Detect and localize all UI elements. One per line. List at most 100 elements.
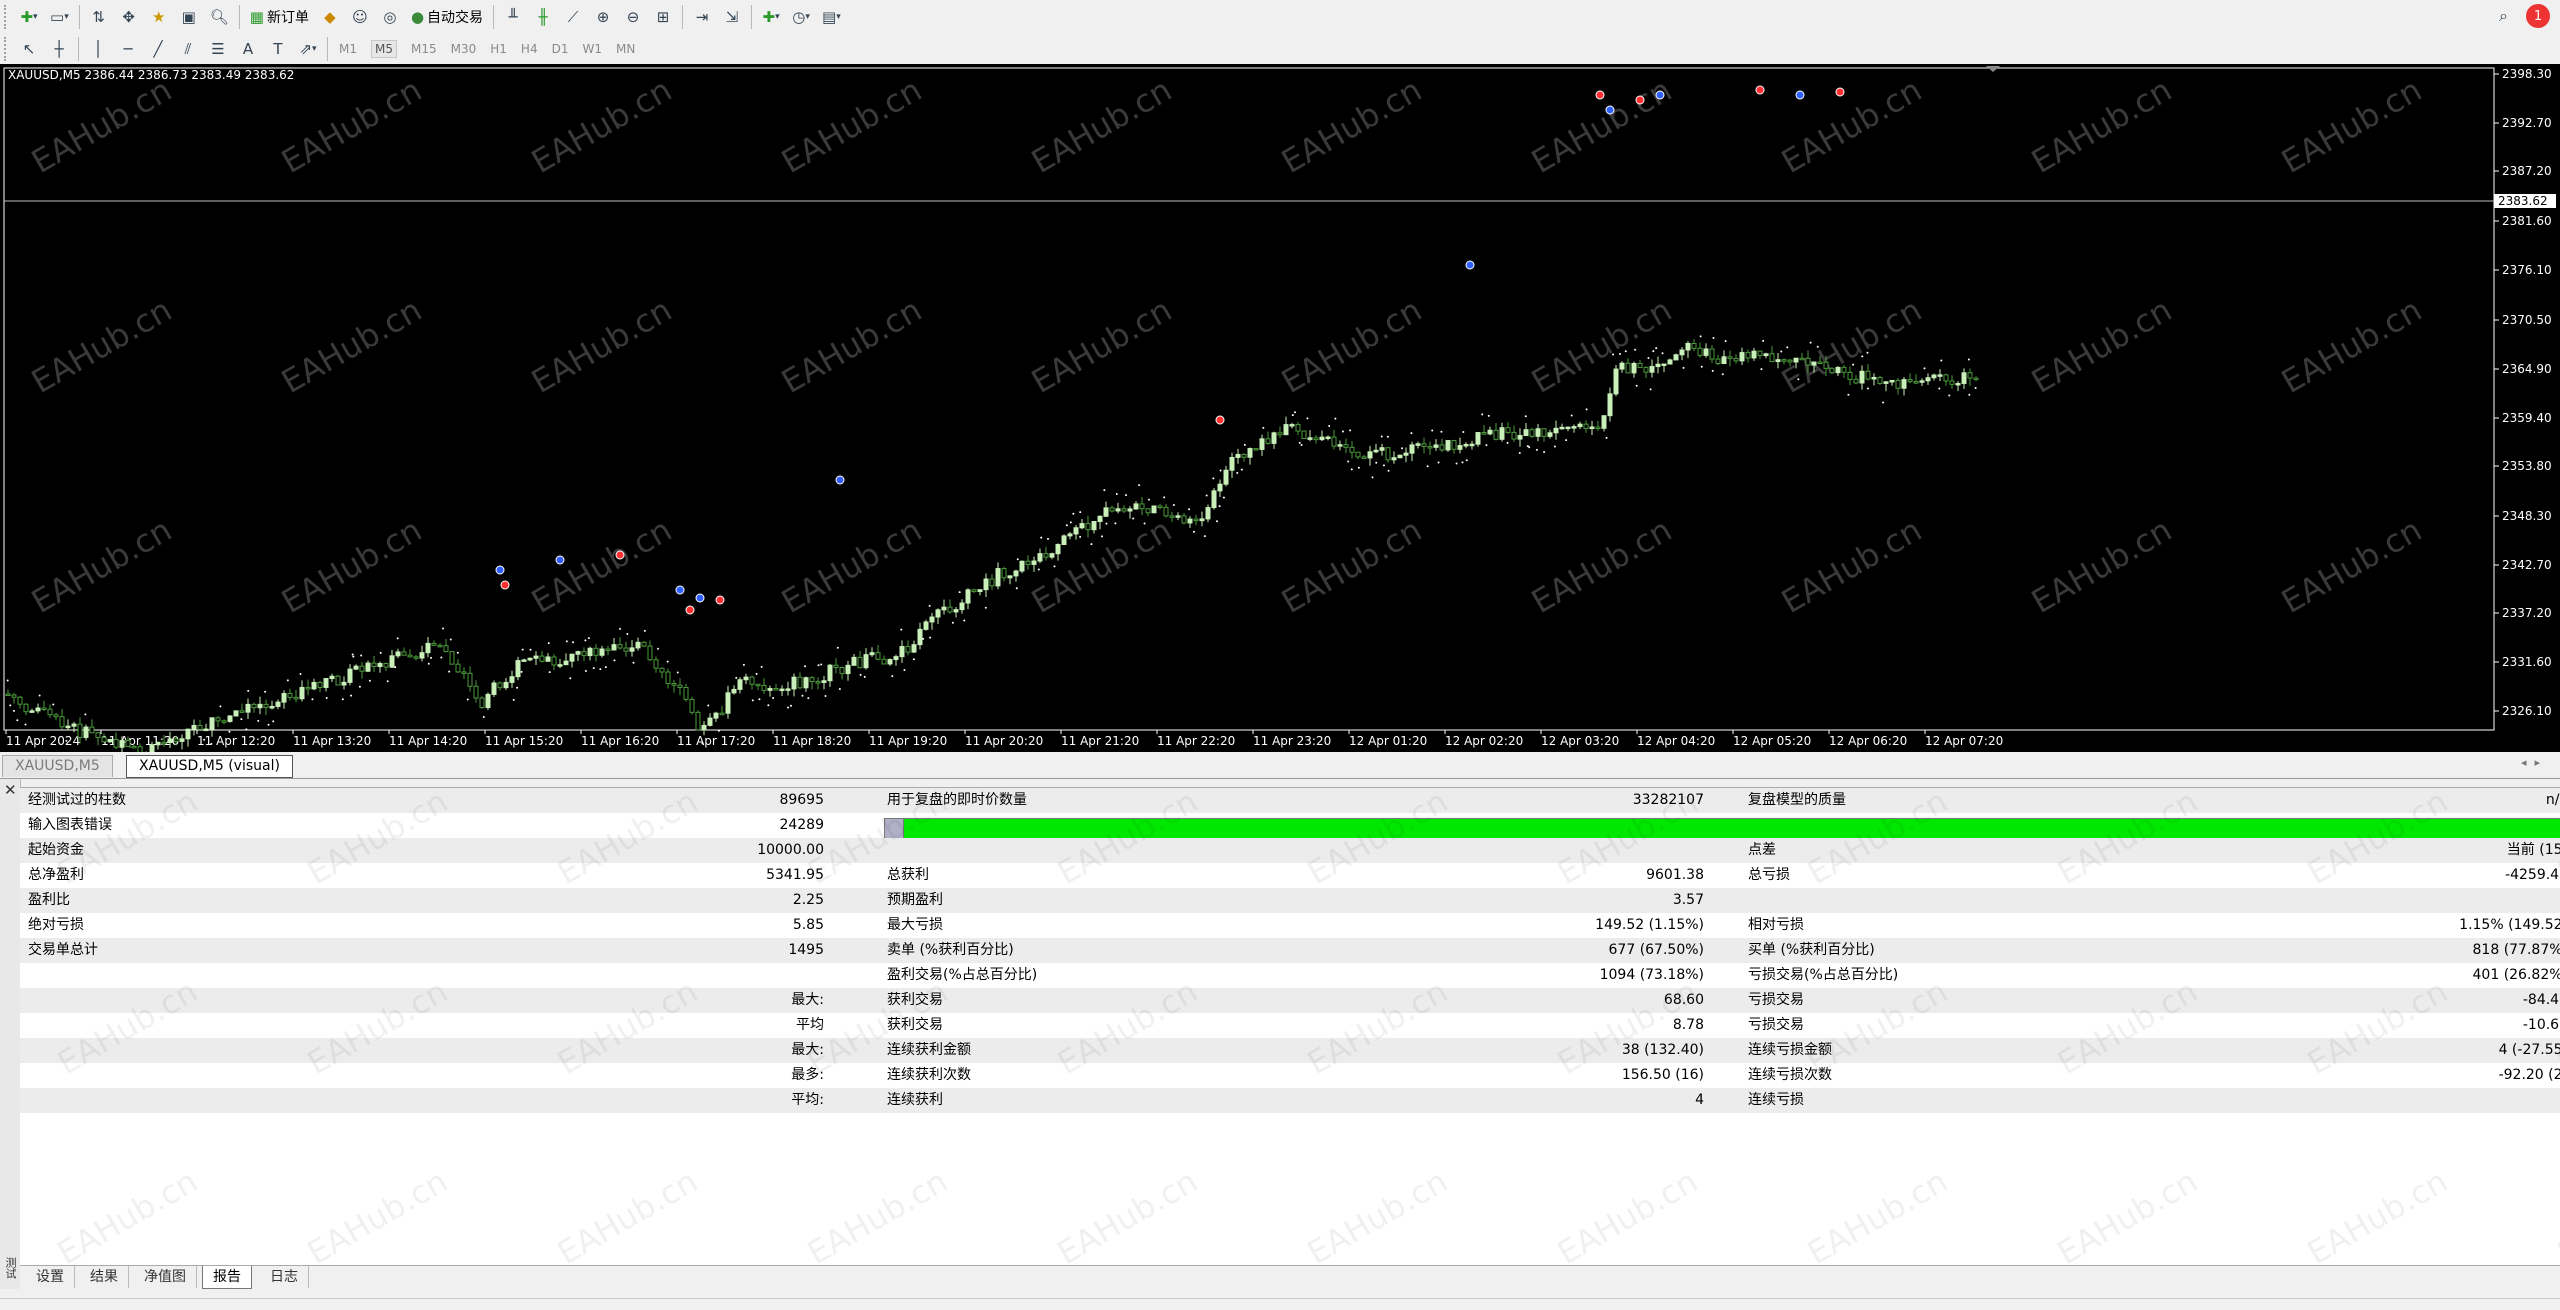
- timeframe-m5[interactable]: M5: [371, 40, 397, 58]
- price-chart[interactable]: EAHub.cn EAHub.cn EAHub.cn EAHub.cn EAHub.cn…: [0, 64, 2560, 752]
- candle-body: [605, 648, 611, 652]
- tester-tab-1[interactable]: 结果: [80, 1266, 129, 1288]
- fibonacci-icon[interactable]: ☰: [205, 36, 231, 62]
- data-window-icon[interactable]: ✥: [116, 4, 142, 30]
- fractal-dot: [272, 720, 275, 723]
- notification-badge[interactable]: 1: [2526, 4, 2550, 28]
- zoom-out-icon[interactable]: ⊖: [620, 4, 646, 30]
- y-tick-label: 2326.10: [2502, 704, 2552, 718]
- candle-body: [509, 676, 515, 683]
- candlestick-icon[interactable]: ╫: [530, 4, 556, 30]
- candle-body: [1103, 507, 1109, 517]
- fractal-dot: [1347, 460, 1350, 463]
- candle-body: [767, 688, 773, 691]
- bar-chart-icon[interactable]: ╨: [500, 4, 526, 30]
- timeframe-m30[interactable]: M30: [451, 42, 477, 56]
- channel-icon[interactable]: ⫽: [175, 36, 201, 62]
- fractal-dot: [801, 694, 804, 697]
- tile-windows-icon[interactable]: ⊞: [650, 4, 676, 30]
- toolbar-separator: [78, 37, 79, 61]
- tester-tab-2[interactable]: 净值图: [134, 1266, 197, 1288]
- auto-trading-button[interactable]: ● 自动交易: [407, 4, 487, 30]
- tester-tabs: 设置 结果 净值图 报告 日志: [20, 1265, 2560, 1290]
- candle-body: [1967, 372, 1973, 379]
- fractal-dot: [758, 698, 761, 701]
- timeframe-mn[interactable]: MN: [616, 42, 635, 56]
- metric-value: 1495: [788, 942, 824, 958]
- navigator-icon[interactable]: ★: [146, 4, 172, 30]
- timeframe-d1[interactable]: D1: [552, 42, 569, 56]
- tab-xauusd-m5[interactable]: XAUUSD,M5: [2, 755, 113, 777]
- metaeditor-icon[interactable]: ◆: [317, 4, 343, 30]
- candle-body: [1805, 357, 1811, 366]
- fractal-dot: [1138, 484, 1141, 487]
- y-tick-label: 2353.80: [2502, 459, 2552, 473]
- candle-body: [1097, 515, 1103, 523]
- auto-scroll-icon[interactable]: ⇲: [719, 4, 745, 30]
- crosshair-icon[interactable]: ┼: [46, 36, 72, 62]
- cursor-icon[interactable]: ↖: [16, 36, 42, 62]
- templates-icon[interactable]: ▤ ▾: [818, 4, 845, 30]
- fractal-dot: [707, 704, 710, 707]
- trendline-icon[interactable]: ╱: [145, 36, 171, 62]
- vertical-line-icon[interactable]: │: [85, 36, 111, 62]
- tester-tab-3[interactable]: 报告: [202, 1266, 252, 1289]
- candle-body: [1817, 361, 1823, 365]
- new-order-button[interactable]: ▦ 新订单: [246, 4, 313, 30]
- line-chart-icon[interactable]: ⟋: [560, 4, 586, 30]
- candle-body: [1529, 429, 1535, 437]
- candle-body: [11, 694, 17, 698]
- fractal-dot: [1618, 353, 1621, 356]
- metric-value: -4259.43: [2505, 867, 2560, 883]
- text-icon[interactable]: A: [235, 36, 261, 62]
- arrows-icon[interactable]: ⇗ ▾: [295, 36, 321, 62]
- signals-icon[interactable]: ◎: [377, 4, 403, 30]
- chart-title: XAUUSD,M5 2386.44 2386.73 2383.49 2383.6…: [8, 68, 295, 82]
- timeframe-m1[interactable]: M1: [339, 42, 357, 56]
- toolbar-separator: [78, 5, 80, 29]
- search-icon[interactable]: ⌕: [2499, 6, 2508, 26]
- toolbar-grip[interactable]: [4, 37, 10, 61]
- candle-body: [1277, 432, 1283, 436]
- timeframe-w1[interactable]: W1: [582, 42, 602, 56]
- tester-tab-0[interactable]: 设置: [26, 1266, 75, 1288]
- toolbar-grip[interactable]: [4, 5, 10, 29]
- fractal-dot: [1342, 430, 1345, 433]
- timeframe-h1[interactable]: H1: [490, 42, 507, 56]
- close-icon[interactable]: ✕: [4, 781, 17, 799]
- watermark: EAHub.cn: [1800, 1161, 1954, 1273]
- fractal-dot: [448, 670, 451, 673]
- terminal-icon[interactable]: ▣: [176, 4, 202, 30]
- x-tick-label: 12 Apr 04:20: [1637, 734, 1715, 748]
- tab-xauusd-m5-visual[interactable]: XAUUSD,M5 (visual): [126, 755, 293, 778]
- periods-icon[interactable]: ◷ ▾: [788, 4, 814, 30]
- candle-body: [995, 568, 1001, 587]
- candle-body: [119, 740, 125, 748]
- candle-body: [1235, 453, 1241, 458]
- y-tick-label: 2348.30: [2502, 509, 2552, 523]
- fractal-dot: [613, 659, 616, 662]
- chart-shift-icon[interactable]: ⇥: [689, 4, 715, 30]
- tester-tab-4[interactable]: 日志: [260, 1266, 309, 1288]
- zoom-in-icon[interactable]: ⊕: [590, 4, 616, 30]
- candle-body: [1841, 366, 1847, 373]
- new-chart-icon[interactable]: ✚ ▾: [16, 4, 42, 30]
- market-watch-icon[interactable]: ⇅: [86, 4, 112, 30]
- community-icon[interactable]: ☺: [347, 4, 373, 30]
- horizontal-line-icon[interactable]: ─: [115, 36, 141, 62]
- candle-body: [1013, 570, 1019, 577]
- candle-body: [443, 645, 449, 653]
- text-label-icon[interactable]: T: [265, 36, 291, 62]
- profiles-icon[interactable]: ▭ ▾: [46, 4, 73, 30]
- timeframe-h4[interactable]: H4: [521, 42, 538, 56]
- candle-body: [1301, 430, 1307, 439]
- indicators-icon[interactable]: ✚ ▾: [758, 4, 784, 30]
- x-tick-label: 11 Apr 17:20: [677, 734, 755, 748]
- candle-body: [1925, 377, 1931, 382]
- metric-value: 4 (-27.55): [2498, 1042, 2560, 1058]
- tab-scroll-arrows[interactable]: ◂▸: [2521, 756, 2548, 769]
- candle-body: [815, 681, 821, 684]
- timeframe-m15[interactable]: M15: [411, 42, 437, 56]
- candle-body: [623, 647, 629, 652]
- strategy-tester-icon[interactable]: 🔍︎: [206, 4, 233, 30]
